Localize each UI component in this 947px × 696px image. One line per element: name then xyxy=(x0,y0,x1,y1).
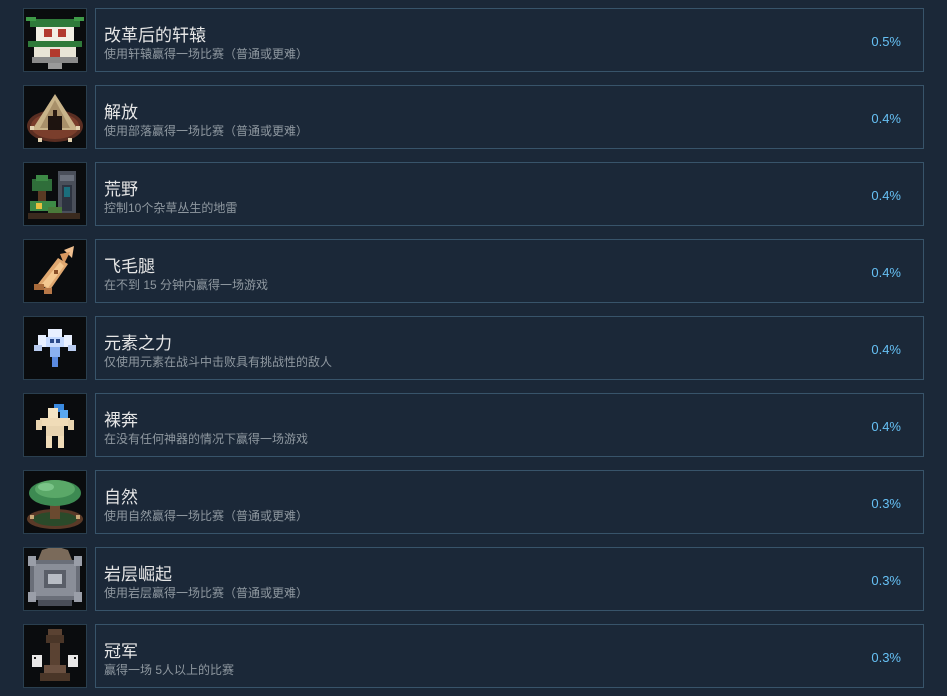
unlock-percentage: 0.4% xyxy=(871,265,901,280)
elemental-spirit-icon xyxy=(23,316,87,380)
achievement-description: 使用轩辕赢得一场比赛（普通或更难） xyxy=(104,47,309,61)
achievement-description: 使用部落赢得一场比赛（普通或更难） xyxy=(104,124,309,138)
achievement-row[interactable]: 解放 使用部落赢得一场比赛（普通或更难） 0.4% xyxy=(0,85,947,151)
achievement-panel: 冠军 赢得一场 5人以上的比赛 0.3% xyxy=(95,624,924,688)
tribal-tent-icon xyxy=(23,85,87,149)
great-tree-icon xyxy=(23,470,87,534)
unarmored-hero-icon xyxy=(23,393,87,457)
unlock-percentage: 0.3% xyxy=(871,496,901,511)
achievement-row[interactable]: 荒野 控制10个杂草丛生的地雷 0.4% xyxy=(0,162,947,228)
achievement-title: 元素之力 xyxy=(104,334,172,353)
achievement-title: 冠军 xyxy=(104,642,138,661)
achievement-description: 在没有任何神器的情况下赢得一场游戏 xyxy=(104,432,309,446)
achievement-description: 赢得一场 5人以上的比赛 xyxy=(104,663,235,677)
achievement-panel: 元素之力 仅使用元素在战斗中击败具有挑战性的敌人 0.4% xyxy=(95,316,924,380)
achievement-row[interactable]: 裸奔 在没有任何神器的情况下赢得一场游戏 0.4% xyxy=(0,393,947,459)
stone-fortress-icon xyxy=(23,547,87,611)
achievement-panel: 岩层崛起 使用岩层赢得一场比赛（普通或更难） 0.3% xyxy=(95,547,924,611)
unlock-percentage: 0.3% xyxy=(871,650,901,665)
achievement-title: 自然 xyxy=(104,488,138,507)
achievement-panel: 飞毛腿 在不到 15 分钟内赢得一场游戏 0.4% xyxy=(95,239,924,303)
achievement-row[interactable]: 自然 使用自然赢得一场比赛（普通或更难） 0.3% xyxy=(0,470,947,536)
throne-icon xyxy=(23,624,87,688)
achievement-title: 解放 xyxy=(104,103,138,122)
unlock-percentage: 0.4% xyxy=(871,188,901,203)
achievement-title: 裸奔 xyxy=(104,411,138,430)
achievement-list: 改革后的轩辕 使用轩辕赢得一场比赛（普通或更难） 0.5% 解放 使用部落赢得一… xyxy=(0,0,947,696)
achievement-title: 荒野 xyxy=(104,180,138,199)
unlock-percentage: 0.5% xyxy=(871,34,901,49)
achievement-panel: 解放 使用部落赢得一场比赛（普通或更难） 0.4% xyxy=(95,85,924,149)
achievement-description: 控制10个杂草丛生的地雷 xyxy=(104,201,238,215)
unlock-percentage: 0.3% xyxy=(871,573,901,588)
unlock-percentage: 0.4% xyxy=(871,342,901,357)
unlock-percentage: 0.4% xyxy=(871,111,901,126)
achievement-panel: 自然 使用自然赢得一场比赛（普通或更难） 0.3% xyxy=(95,470,924,534)
achievement-row[interactable]: 元素之力 仅使用元素在战斗中击败具有挑战性的敌人 0.4% xyxy=(0,316,947,382)
chinese-palace-icon xyxy=(23,8,87,72)
winged-boot-icon xyxy=(23,239,87,303)
overgrown-ruins-icon xyxy=(23,162,87,226)
achievement-description: 使用岩层赢得一场比赛（普通或更难） xyxy=(104,586,309,600)
achievement-row[interactable]: 冠军 赢得一场 5人以上的比赛 0.3% xyxy=(0,624,947,690)
unlock-percentage: 0.4% xyxy=(871,419,901,434)
achievement-title: 改革后的轩辕 xyxy=(104,26,206,45)
achievement-panel: 荒野 控制10个杂草丛生的地雷 0.4% xyxy=(95,162,924,226)
achievement-panel: 裸奔 在没有任何神器的情况下赢得一场游戏 0.4% xyxy=(95,393,924,457)
achievement-description: 使用自然赢得一场比赛（普通或更难） xyxy=(104,509,309,523)
achievement-row[interactable]: 飞毛腿 在不到 15 分钟内赢得一场游戏 0.4% xyxy=(0,239,947,305)
achievement-row[interactable]: 改革后的轩辕 使用轩辕赢得一场比赛（普通或更难） 0.5% xyxy=(0,8,947,74)
achievement-title: 岩层崛起 xyxy=(104,565,172,584)
achievement-title: 飞毛腿 xyxy=(104,257,155,276)
achievement-description: 仅使用元素在战斗中击败具有挑战性的敌人 xyxy=(104,355,333,369)
achievement-row[interactable]: 岩层崛起 使用岩层赢得一场比赛（普通或更难） 0.3% xyxy=(0,547,947,613)
achievement-panel: 改革后的轩辕 使用轩辕赢得一场比赛（普通或更难） 0.5% xyxy=(95,8,924,72)
achievement-description: 在不到 15 分钟内赢得一场游戏 xyxy=(104,278,269,292)
